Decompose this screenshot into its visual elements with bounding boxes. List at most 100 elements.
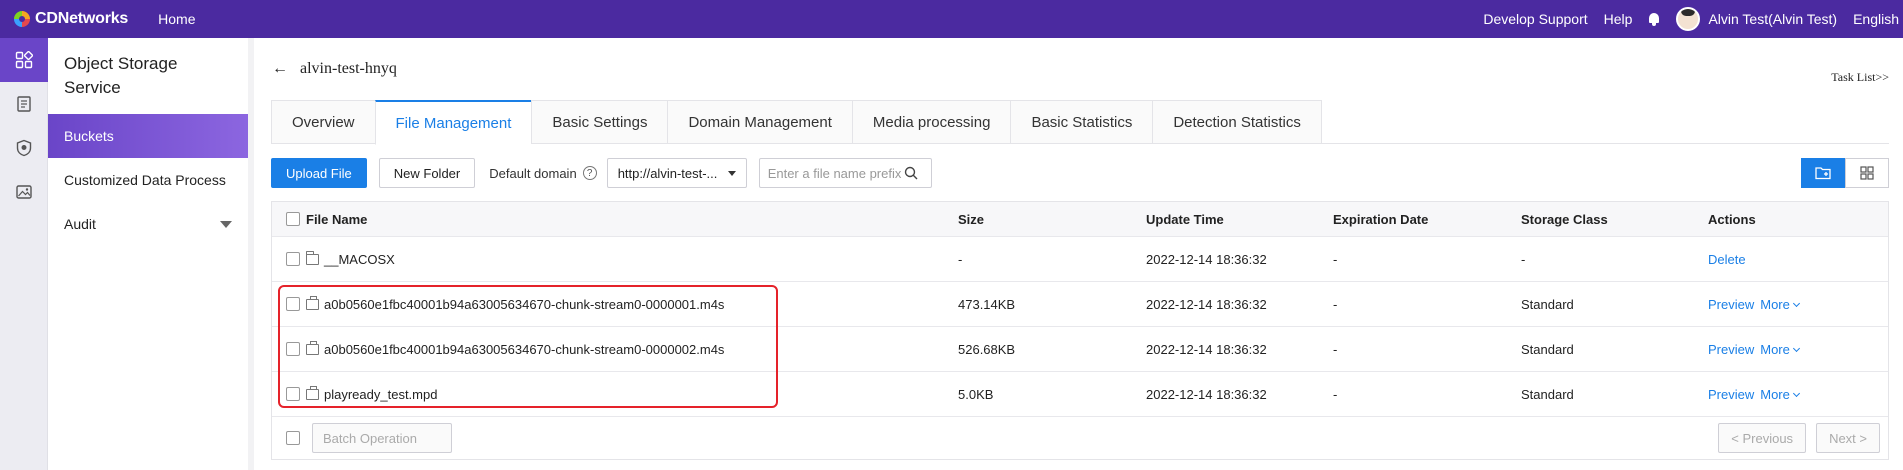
preview-link[interactable]: Preview (1708, 297, 1754, 312)
nav-help[interactable]: Help (1604, 11, 1633, 27)
main-content: ← alvin-test-hnyq Task List>> Overview F… (254, 38, 1903, 470)
file-name[interactable]: a0b0560e1fbc40001b94a63005634670-chunk-s… (324, 342, 724, 357)
cdnetworks-logo-icon (14, 11, 30, 27)
update-time: 2022-12-14 18:36:32 (1146, 251, 1267, 267)
tab-file-management[interactable]: File Management (374, 100, 532, 145)
file-size: - (958, 251, 963, 267)
page-title: alvin-test-hnyq (300, 60, 397, 77)
sidebar-item-label: Customized Data Process (64, 172, 226, 188)
table-row: __MACOSX - 2022-12-14 18:36:32 - - Delet… (272, 237, 1888, 282)
rail-item-products[interactable] (0, 38, 48, 82)
sidebar-item-buckets[interactable]: Buckets (48, 114, 248, 158)
top-bar: CDNetworks Home Develop Support Help Alv… (0, 0, 1903, 38)
default-domain-label: Default domain ? (489, 165, 597, 181)
user-name[interactable]: Alvin Test(Alvin Test) (1708, 11, 1837, 27)
sidebar-item-customized-data-process[interactable]: Customized Data Process (48, 158, 248, 202)
row-checkbox[interactable] (286, 387, 300, 401)
column-header-storage-class: Storage Class (1521, 211, 1608, 227)
tab-bar: Overview File Management Basic Settings … (271, 100, 1889, 145)
tab-basic-settings[interactable]: Basic Settings (531, 100, 668, 144)
nav-develop-support[interactable]: Develop Support (1483, 11, 1587, 27)
nav-home[interactable]: Home (158, 11, 195, 27)
rail-item-security[interactable] (0, 126, 48, 170)
image-icon (16, 185, 32, 199)
file-toolbar: Upload File New Folder Default domain ? … (271, 157, 1889, 189)
table-row: a0b0560e1fbc40001b94a63005634670-chunk-s… (272, 327, 1888, 372)
search-input[interactable] (767, 165, 904, 181)
delete-link[interactable]: Delete (1708, 252, 1746, 267)
back-arrow-icon[interactable]: ← (272, 60, 288, 78)
chevron-down-icon (1792, 344, 1800, 352)
sidebar: Object Storage Service Buckets Customize… (48, 38, 248, 470)
folder-icon (306, 250, 319, 265)
expiration-date: - (1333, 251, 1338, 267)
grid-view-button[interactable] (1845, 158, 1889, 188)
list-view-button[interactable] (1801, 158, 1845, 188)
batch-operation-select[interactable]: Batch Operation (312, 423, 452, 453)
table-row: a0b0560e1fbc40001b94a63005634670-chunk-s… (272, 282, 1888, 327)
domain-select-value: http://alvin-test-... (617, 165, 718, 181)
table-row: playready_test.mpd 5.0KB 2022-12-14 18:3… (272, 372, 1888, 417)
column-header-file-name: File Name (306, 211, 368, 227)
update-time: 2022-12-14 18:36:32 (1146, 341, 1267, 357)
new-folder-button[interactable]: New Folder (378, 158, 476, 188)
storage-class: Standard (1521, 341, 1574, 357)
preview-link[interactable]: Preview (1708, 387, 1754, 402)
folder-list-icon (1815, 167, 1831, 180)
footer-select-checkbox[interactable] (286, 431, 300, 445)
update-time: 2022-12-14 18:36:32 (1146, 386, 1267, 402)
file-name[interactable]: __MACOSX (324, 252, 395, 267)
row-checkbox[interactable] (286, 252, 300, 266)
brand-name: CDNetworks (35, 10, 129, 27)
view-toggle (1801, 158, 1889, 188)
grid-view-icon (1860, 166, 1874, 180)
more-dropdown[interactable]: More (1760, 296, 1800, 312)
default-domain-text: Default domain (489, 165, 577, 181)
tab-basic-statistics[interactable]: Basic Statistics (1010, 100, 1153, 144)
tab-media-processing[interactable]: Media processing (851, 100, 1011, 144)
preview-link[interactable]: Preview (1708, 342, 1754, 357)
more-dropdown[interactable]: More (1760, 341, 1800, 357)
select-all-checkbox[interactable] (286, 212, 300, 226)
tab-detection-statistics[interactable]: Detection Statistics (1152, 100, 1322, 144)
row-checkbox[interactable] (286, 342, 300, 356)
sidebar-title: Object Storage Service (64, 54, 178, 97)
column-header-expiration-date: Expiration Date (1333, 211, 1429, 227)
rail-item-documents[interactable] (0, 82, 48, 126)
sidebar-item-label: Buckets (64, 128, 114, 144)
update-time: 2022-12-14 18:36:32 (1146, 296, 1267, 312)
file-size: 5.0KB (958, 386, 994, 402)
previous-page-button[interactable]: < Previous (1718, 423, 1807, 453)
bell-icon[interactable] (1648, 12, 1660, 26)
language-switcher[interactable]: English (1853, 11, 1899, 27)
row-checkbox[interactable] (286, 297, 300, 311)
more-label: More (1760, 296, 1790, 312)
more-label: More (1760, 341, 1790, 357)
rail-item-media[interactable] (0, 170, 48, 214)
tab-domain-management[interactable]: Domain Management (667, 100, 852, 144)
file-icon (306, 385, 319, 400)
sidebar-item-audit[interactable]: Audit (48, 202, 248, 246)
file-name[interactable]: playready_test.mpd (324, 387, 437, 402)
search-box[interactable] (758, 158, 932, 188)
tab-overview[interactable]: Overview (271, 100, 375, 144)
avatar[interactable] (1676, 7, 1701, 31)
column-header-update-time: Update Time (1146, 211, 1224, 227)
caret-down-icon[interactable] (220, 220, 232, 228)
brand-logo[interactable]: CDNetworks (14, 10, 128, 28)
domain-select[interactable]: http://alvin-test-... (606, 158, 747, 188)
next-page-button[interactable]: Next > (1816, 423, 1880, 453)
column-header-size: Size (958, 211, 985, 227)
file-name[interactable]: a0b0560e1fbc40001b94a63005634670-chunk-s… (324, 297, 724, 312)
table-footer: Batch Operation < Previous Next > (272, 417, 1888, 459)
chevron-down-icon (1792, 299, 1800, 307)
help-question-icon[interactable]: ? (582, 166, 597, 180)
chevron-down-icon (1792, 389, 1800, 397)
search-icon[interactable] (904, 166, 918, 180)
more-dropdown[interactable]: More (1760, 387, 1800, 402)
upload-file-button[interactable]: Upload File (271, 158, 367, 188)
breadcrumb: ← alvin-test-hnyq (272, 60, 397, 78)
document-icon (17, 96, 31, 112)
task-list-link[interactable]: Task List>> (1831, 70, 1889, 85)
file-size: 526.68KB (958, 341, 1016, 357)
